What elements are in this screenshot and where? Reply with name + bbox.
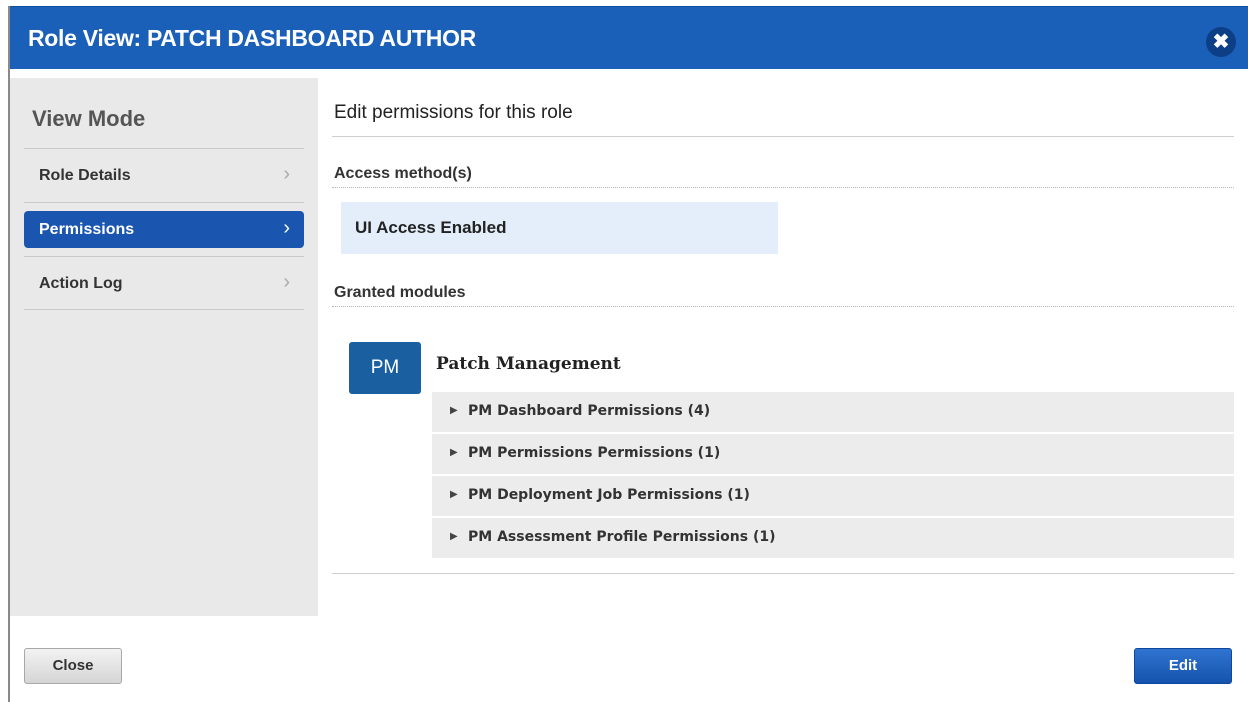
expand-triangle-icon: ▶ bbox=[450, 531, 458, 542]
divider bbox=[332, 306, 1234, 307]
divider bbox=[332, 187, 1234, 188]
module-name: Patch Management bbox=[436, 354, 621, 374]
sidebar-item-permissions[interactable]: Permissions › bbox=[24, 202, 304, 256]
sidebar-item-label: Permissions bbox=[39, 221, 135, 238]
chevron-right-icon: › bbox=[283, 217, 290, 239]
role-view-dialog: Role View: PATCH DASHBOARD AUTHOR ✖ View… bbox=[8, 6, 1248, 702]
sidebar-title: View Mode bbox=[32, 106, 146, 131]
access-status-text: UI Access Enabled bbox=[355, 218, 507, 237]
divider bbox=[332, 136, 1234, 137]
sidebar-item-role-details[interactable]: Role Details › bbox=[24, 148, 304, 202]
permission-group-label: PM Permissions Permissions (1) bbox=[468, 445, 721, 461]
permission-group-label: PM Assessment Profile Permissions (1) bbox=[468, 529, 776, 545]
access-status-box: UI Access Enabled bbox=[341, 202, 778, 254]
chevron-right-icon: › bbox=[283, 163, 290, 185]
expand-triangle-icon: ▶ bbox=[450, 447, 458, 458]
module-badge-icon: PM bbox=[349, 342, 421, 394]
dialog-title: Role View: PATCH DASHBOARD AUTHOR bbox=[28, 25, 476, 51]
close-icon[interactable]: ✖ bbox=[1206, 27, 1236, 57]
expand-triangle-icon: ▶ bbox=[450, 405, 458, 416]
edit-button[interactable]: Edit bbox=[1134, 648, 1232, 684]
sidebar-item-label: Action Log bbox=[39, 275, 123, 292]
page-title: Edit permissions for this role bbox=[334, 102, 573, 123]
access-method-label: Access method(s) bbox=[334, 165, 472, 182]
divider bbox=[332, 573, 1234, 574]
sidebar-nav: Role Details › Permissions › Action Log … bbox=[24, 148, 304, 310]
sidebar: View Mode Role Details › Permissions › A… bbox=[10, 78, 318, 616]
dialog-title-bar: Role View: PATCH DASHBOARD AUTHOR ✖ bbox=[10, 6, 1248, 69]
permission-list: ▶ PM Dashboard Permissions (4) ▶ PM Perm… bbox=[432, 392, 1234, 560]
sidebar-item-label: Role Details bbox=[39, 167, 131, 184]
granted-modules-label: Granted modules bbox=[334, 284, 466, 301]
permission-group-label: PM Dashboard Permissions (4) bbox=[468, 403, 711, 419]
close-button[interactable]: Close bbox=[24, 648, 122, 684]
permission-group-row[interactable]: ▶ PM Dashboard Permissions (4) bbox=[432, 392, 1234, 432]
sidebar-item-action-log[interactable]: Action Log › bbox=[24, 256, 304, 310]
chevron-right-icon: › bbox=[283, 271, 290, 293]
permission-group-label: PM Deployment Job Permissions (1) bbox=[468, 487, 750, 503]
main-content: Edit permissions for this role Access me… bbox=[332, 78, 1234, 608]
permission-group-row[interactable]: ▶ PM Permissions Permissions (1) bbox=[432, 434, 1234, 474]
permission-group-row[interactable]: ▶ PM Assessment Profile Permissions (1) bbox=[432, 518, 1234, 558]
permission-group-row[interactable]: ▶ PM Deployment Job Permissions (1) bbox=[432, 476, 1234, 516]
expand-triangle-icon: ▶ bbox=[450, 489, 458, 500]
